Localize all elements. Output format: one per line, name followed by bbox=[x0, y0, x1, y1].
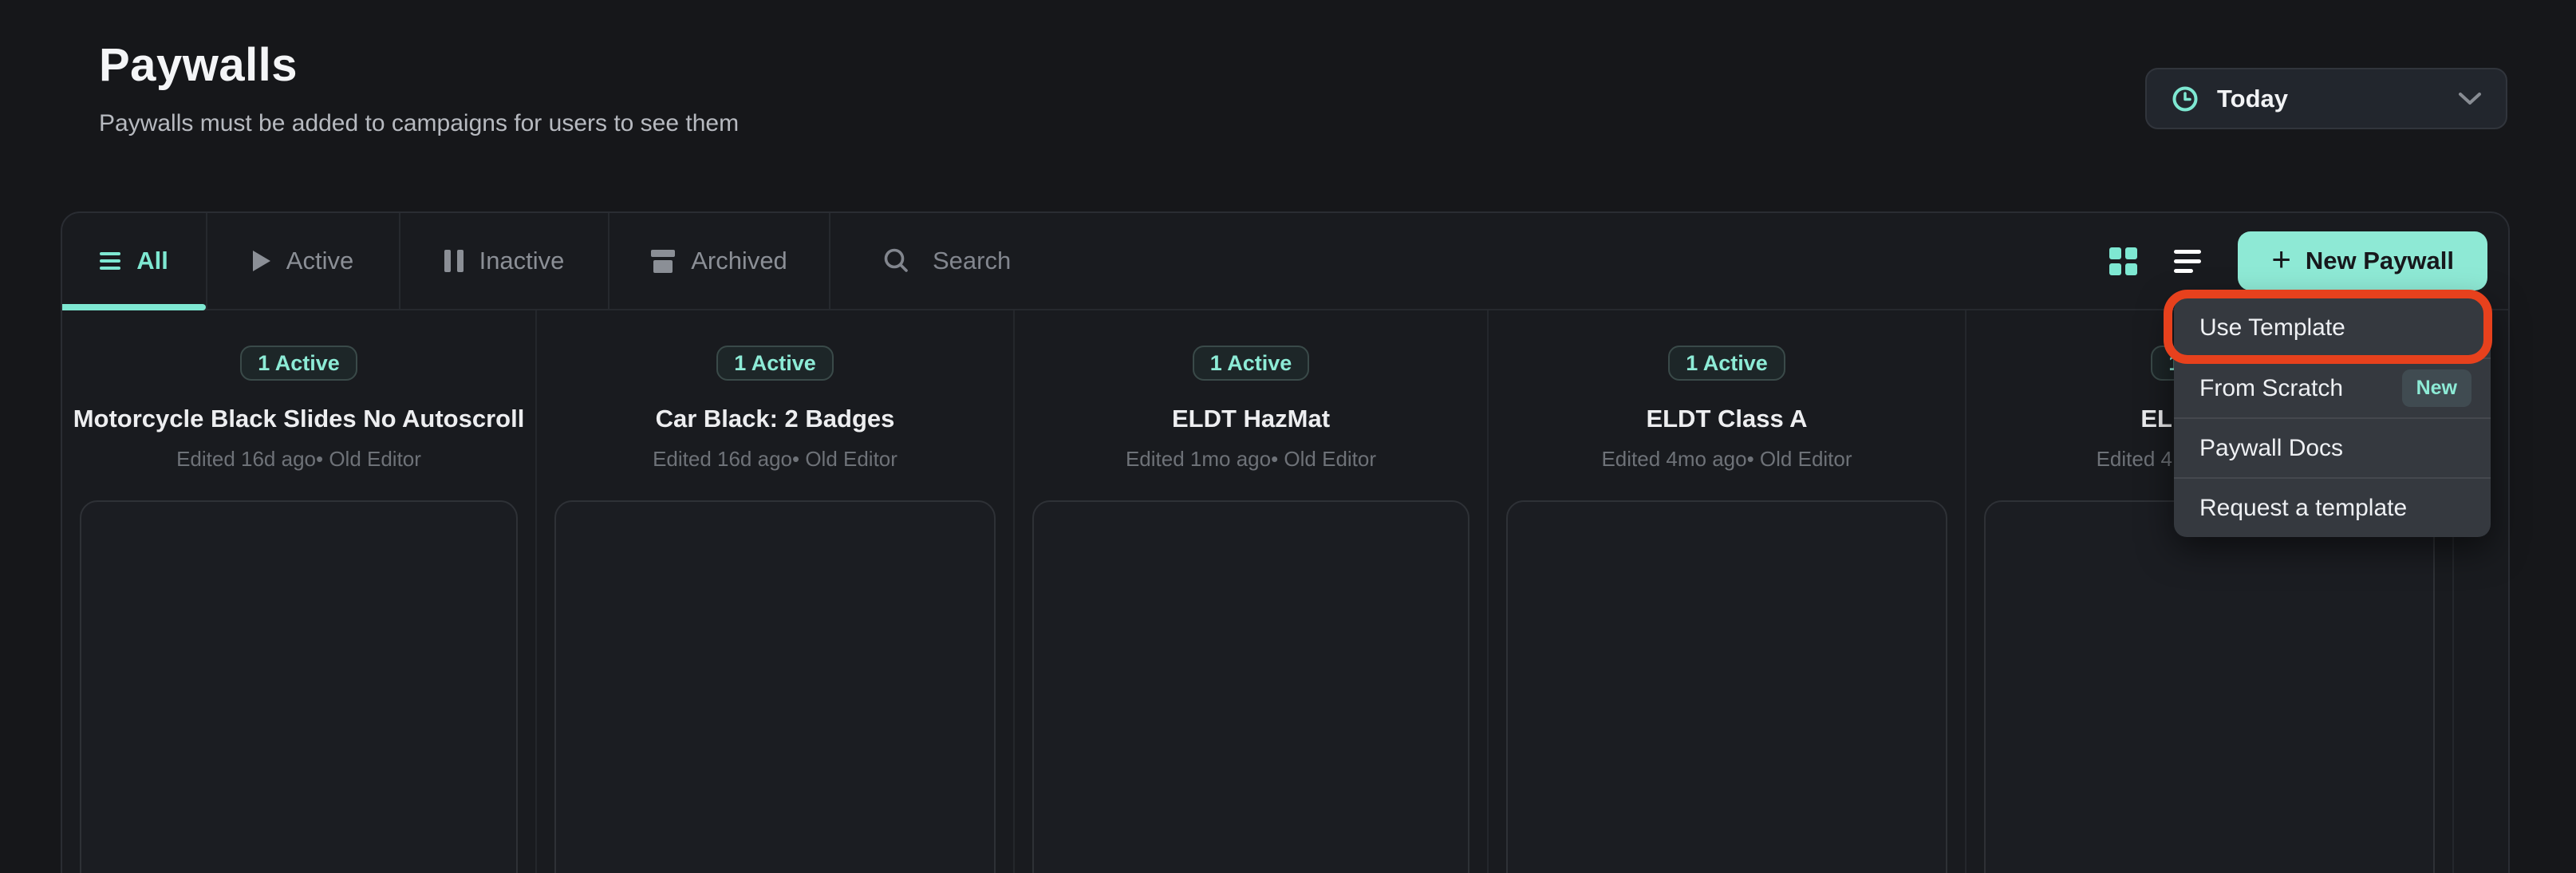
search-area bbox=[882, 213, 1268, 309]
paywall-meta: Edited 16d ago• Old Editor bbox=[653, 447, 897, 472]
play-icon bbox=[253, 251, 270, 271]
list-lines-icon bbox=[100, 252, 120, 270]
paywall-title: Car Black: 2 Badges bbox=[656, 405, 895, 433]
status-badge: 1 Active bbox=[1668, 346, 1785, 381]
paywall-column: 1 Active Car Black: 2 Badges Edited 16d … bbox=[537, 310, 1015, 873]
list-view-icon[interactable] bbox=[2174, 250, 2201, 273]
paywall-card[interactable] bbox=[1032, 500, 1469, 873]
menu-item-request-template[interactable]: Request a template bbox=[2174, 477, 2491, 537]
tab-archived[interactable]: Archived bbox=[609, 213, 830, 309]
status-badge: 1 Active bbox=[1193, 346, 1310, 381]
paywall-title: ELDT HazMat bbox=[1172, 405, 1330, 433]
tab-label: Active bbox=[286, 247, 353, 275]
paywalls-panel: All Active Inactive Archived + Ne bbox=[61, 211, 2510, 873]
new-paywall-label: New Paywall bbox=[2306, 247, 2454, 275]
tab-label: Inactive bbox=[479, 247, 565, 275]
tab-inactive[interactable]: Inactive bbox=[400, 213, 609, 309]
page-title: Paywalls bbox=[99, 38, 298, 92]
paywall-card[interactable] bbox=[554, 500, 996, 873]
paywall-meta: Edited 1mo ago• Old Editor bbox=[1126, 447, 1376, 472]
paywall-card[interactable] bbox=[80, 500, 518, 873]
paywall-title: ELDT Class A bbox=[1646, 405, 1807, 433]
search-input[interactable] bbox=[933, 247, 1268, 275]
page-subtitle: Paywalls must be added to campaigns for … bbox=[99, 110, 739, 137]
date-filter-button[interactable]: Today bbox=[2145, 68, 2507, 129]
tab-bar: All Active Inactive Archived + Ne bbox=[62, 213, 2508, 310]
menu-item-paywall-docs[interactable]: Paywall Docs bbox=[2174, 417, 2491, 477]
paywall-card[interactable] bbox=[1506, 500, 1947, 873]
date-filter-label: Today bbox=[2217, 85, 2288, 113]
tab-label: Archived bbox=[691, 247, 787, 275]
status-badge: 1 Active bbox=[240, 346, 357, 381]
paywall-column: 1 Active Motorcycle Black Slides No Auto… bbox=[62, 310, 537, 873]
tab-active[interactable]: Active bbox=[207, 213, 400, 309]
paywall-card[interactable] bbox=[1984, 500, 2435, 873]
view-actions: + New Paywall bbox=[2109, 213, 2508, 309]
pause-icon bbox=[444, 250, 464, 272]
plus-icon: + bbox=[2271, 243, 2291, 276]
new-paywall-menu: Use Template From Scratch New Paywall Do… bbox=[2174, 298, 2491, 537]
menu-item-label: From Scratch bbox=[2199, 375, 2343, 402]
tab-all[interactable]: All bbox=[62, 213, 207, 309]
paywall-meta: Edited 4mo ago• Old Editor bbox=[1601, 447, 1852, 472]
paywall-column: 1 Active ELDT Class A Edited 4mo ago• Ol… bbox=[1489, 310, 1967, 873]
search-icon bbox=[882, 246, 912, 276]
paywall-title: Motorcycle Black Slides No Autoscroll bbox=[73, 405, 525, 433]
chevron-down-icon bbox=[2458, 92, 2482, 106]
tab-label: All bbox=[136, 247, 168, 275]
archive-icon bbox=[651, 250, 675, 273]
menu-item-use-template[interactable]: Use Template bbox=[2174, 298, 2491, 357]
paywall-column: 1 Active ELDT HazMat Edited 1mo ago• Old… bbox=[1015, 310, 1489, 873]
new-paywall-button[interactable]: + New Paywall bbox=[2238, 231, 2487, 290]
menu-item-from-scratch[interactable]: From Scratch New bbox=[2174, 357, 2491, 417]
grid-view-icon[interactable] bbox=[2109, 247, 2137, 275]
paywall-grid: 1 Active Motorcycle Black Slides No Auto… bbox=[62, 310, 2508, 873]
new-badge: New bbox=[2402, 369, 2471, 407]
clock-icon bbox=[2171, 85, 2199, 113]
paywall-meta: Edited 16d ago• Old Editor bbox=[176, 447, 421, 472]
status-badge: 1 Active bbox=[716, 346, 834, 381]
